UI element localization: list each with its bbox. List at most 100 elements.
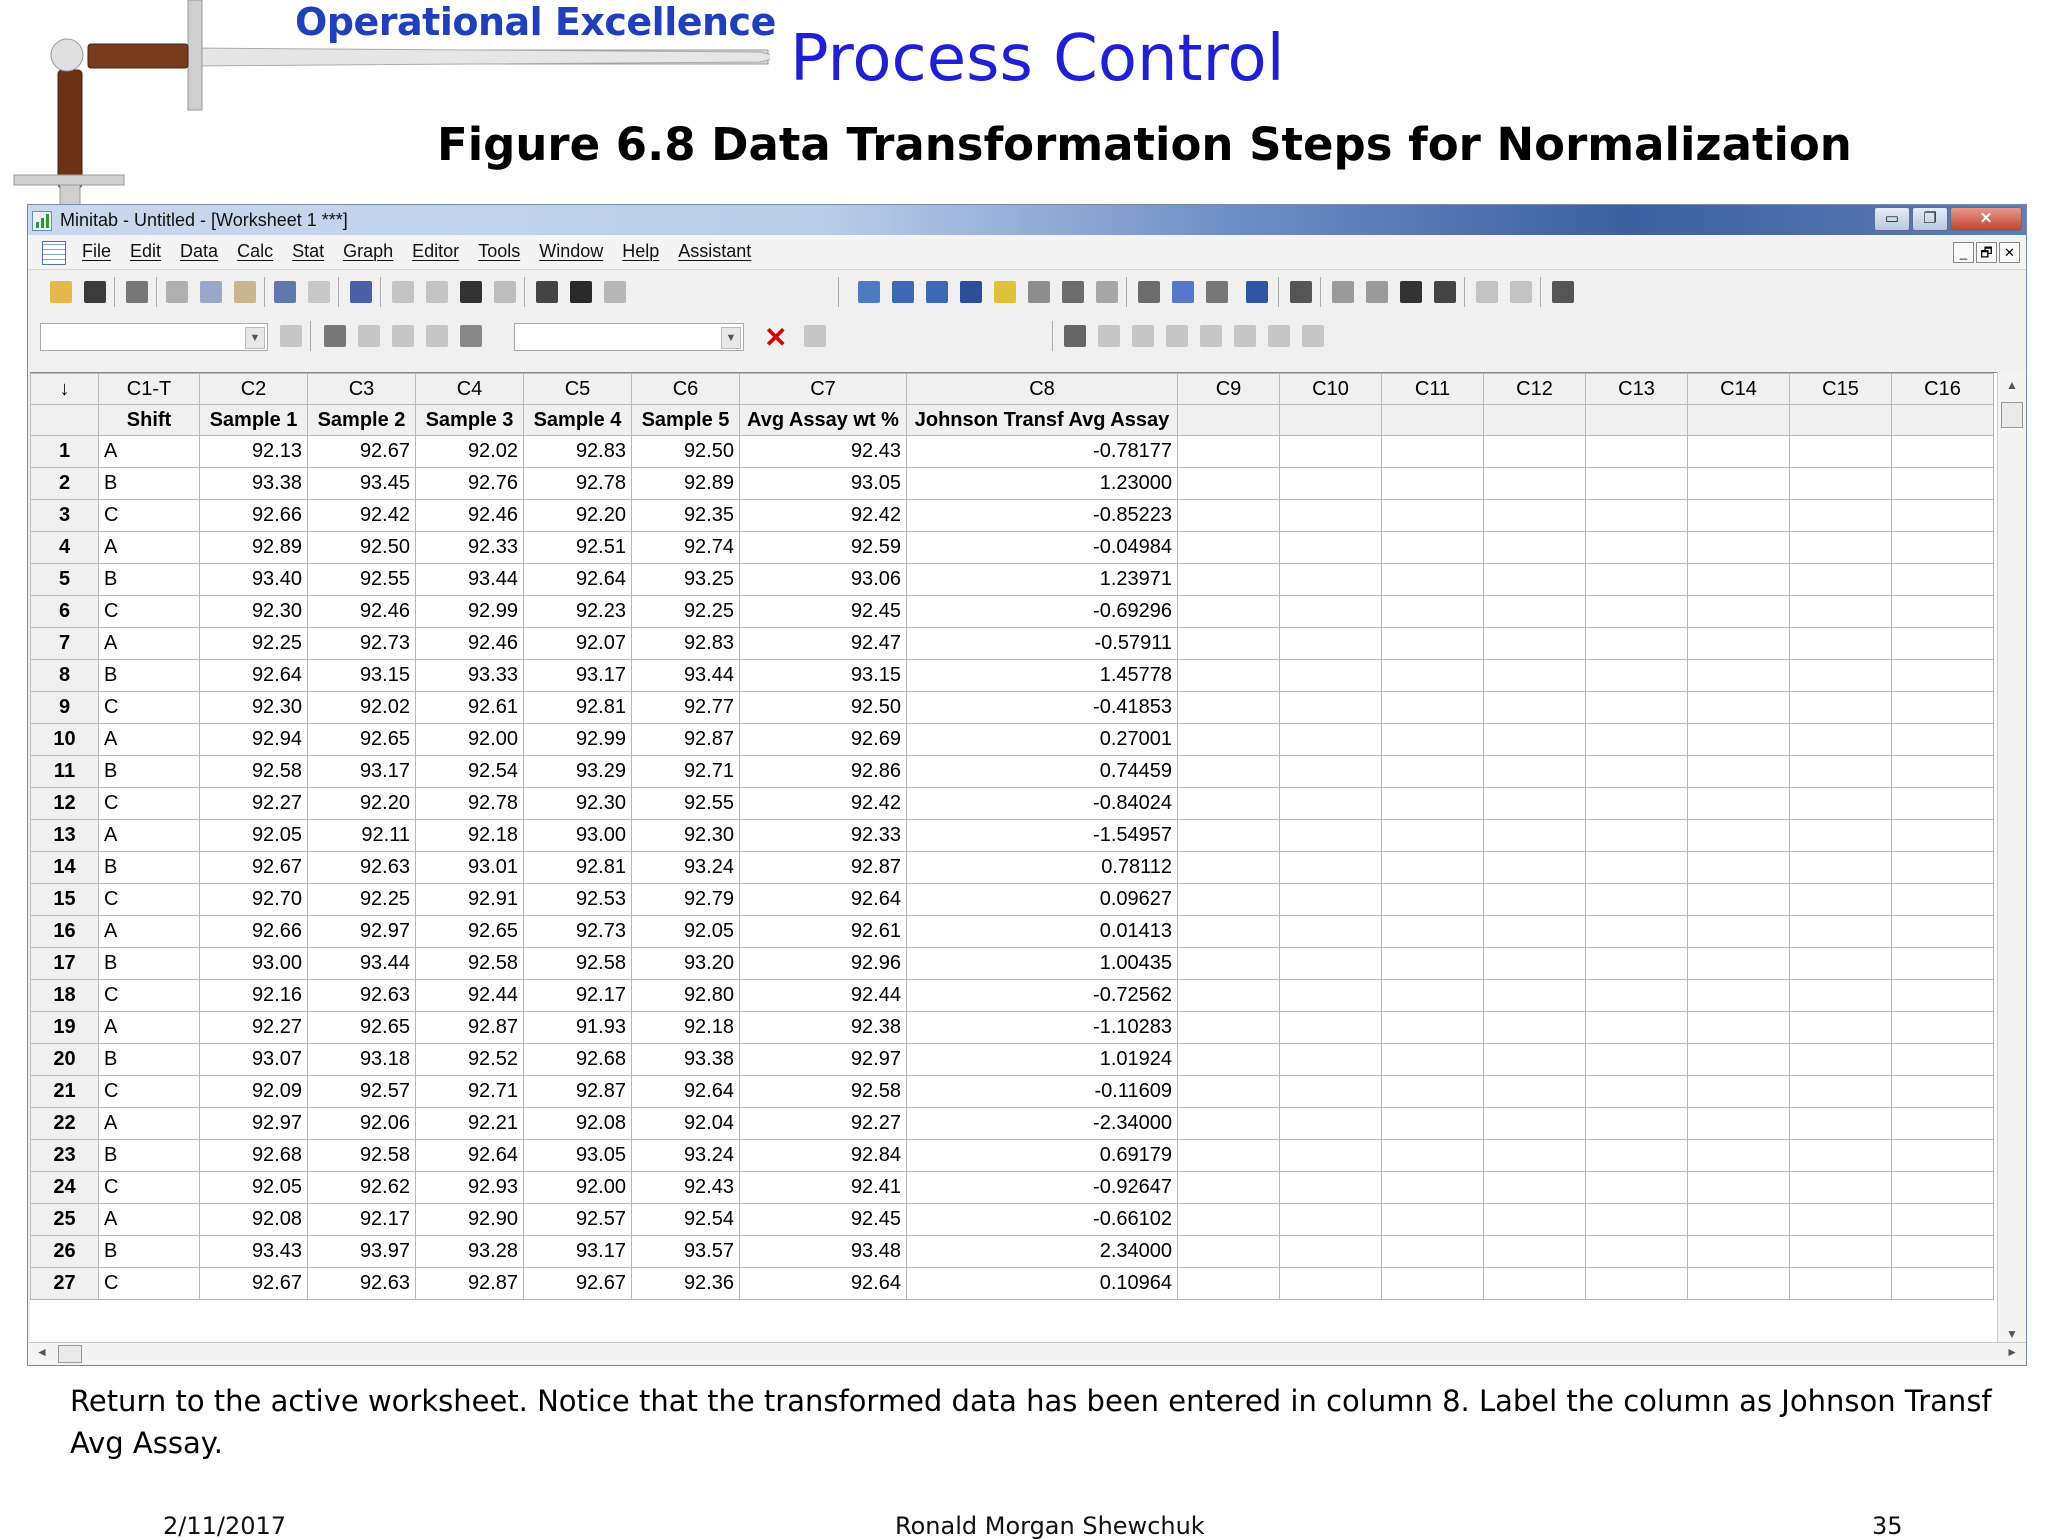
- table-cell[interactable]: [1789, 915, 1892, 948]
- table-cell[interactable]: [1483, 1235, 1586, 1268]
- table-cell[interactable]: 1.23971: [906, 563, 1178, 596]
- table-cell[interactable]: 92.05: [631, 915, 740, 948]
- table-cell[interactable]: [1279, 659, 1382, 692]
- table-cell[interactable]: [1687, 819, 1790, 852]
- table-cell[interactable]: [1891, 691, 1994, 724]
- table-cell[interactable]: [1177, 499, 1280, 532]
- table-cell[interactable]: 92.71: [415, 1075, 524, 1108]
- table-cell[interactable]: 92.08: [523, 1107, 632, 1140]
- table-cell[interactable]: [1891, 499, 1994, 532]
- table-cell[interactable]: 92.61: [415, 691, 524, 724]
- table-cell[interactable]: [1891, 467, 1994, 500]
- table-cell[interactable]: 92.64: [199, 659, 308, 692]
- table-cell[interactable]: [1891, 1171, 1994, 1204]
- table-cell[interactable]: 93.07: [199, 1043, 308, 1076]
- table-cell[interactable]: 92.42: [307, 499, 416, 532]
- properties-icon[interactable]: [280, 325, 302, 347]
- table-cell[interactable]: [1483, 435, 1586, 468]
- table-cell[interactable]: 92.58: [415, 947, 524, 980]
- menu-calc[interactable]: Calc: [237, 241, 273, 262]
- paste-icon[interactable]: [234, 281, 256, 303]
- scroll-up-icon[interactable]: ▲: [2006, 378, 2018, 392]
- menu-help[interactable]: Help: [622, 241, 659, 262]
- table-cell[interactable]: 92.78: [415, 787, 524, 820]
- row-number[interactable]: 5: [30, 563, 99, 596]
- table-cell[interactable]: [1381, 659, 1484, 692]
- table-cell[interactable]: 92.46: [307, 595, 416, 628]
- table-cell[interactable]: A: [98, 915, 200, 948]
- table-cell[interactable]: [1381, 883, 1484, 916]
- table-cell[interactable]: 92.47: [739, 627, 907, 660]
- table-cell[interactable]: 92.65: [307, 723, 416, 756]
- table-cell[interactable]: [1585, 1235, 1688, 1268]
- flag-icon[interactable]: [426, 325, 448, 347]
- table-cell[interactable]: [1687, 499, 1790, 532]
- table-cell[interactable]: [1279, 1267, 1382, 1300]
- table-cell[interactable]: [1891, 1235, 1994, 1268]
- graph-item-select[interactable]: ▼: [514, 323, 744, 351]
- table-cell[interactable]: [1279, 787, 1382, 820]
- horizontal-scroll-thumb[interactable]: [58, 1345, 82, 1363]
- table-cell[interactable]: 93.18: [307, 1043, 416, 1076]
- table-cell[interactable]: 92.68: [199, 1139, 308, 1172]
- table-cell[interactable]: B: [98, 1139, 200, 1172]
- table-cell[interactable]: [1177, 1075, 1280, 1108]
- table-cell[interactable]: [1483, 1139, 1586, 1172]
- table-cell[interactable]: [1687, 1203, 1790, 1236]
- table-cell[interactable]: [1177, 1203, 1280, 1236]
- table-cell[interactable]: [1279, 467, 1382, 500]
- table-cell[interactable]: [1789, 947, 1892, 980]
- minimize-button[interactable]: ▭: [1874, 207, 1910, 231]
- table-cell[interactable]: [1177, 979, 1280, 1012]
- insert-rows-icon[interactable]: [1366, 281, 1388, 303]
- table-cell[interactable]: 92.83: [631, 627, 740, 660]
- table-cell[interactable]: [1585, 819, 1688, 852]
- table-cell[interactable]: [1687, 723, 1790, 756]
- table-cell[interactable]: [1585, 1171, 1688, 1204]
- worksheet-icon[interactable]: [42, 241, 66, 265]
- table-cell[interactable]: [1585, 787, 1688, 820]
- table-cell[interactable]: 92.62: [307, 1171, 416, 1204]
- table-cell[interactable]: [1177, 915, 1280, 948]
- table-cell[interactable]: [1279, 755, 1382, 788]
- table-cell[interactable]: [1279, 1011, 1382, 1044]
- text-tool-icon[interactable]: [1098, 325, 1120, 347]
- table-cell[interactable]: [1585, 1043, 1688, 1076]
- scroll-right-icon[interactable]: ►: [2006, 1345, 2018, 1359]
- table-cell[interactable]: 92.45: [739, 1203, 907, 1236]
- info-icon[interactable]: [960, 281, 982, 303]
- stop-icon[interactable]: [604, 281, 626, 303]
- table-cell[interactable]: 93.15: [739, 659, 907, 692]
- column-name-cell[interactable]: Sample 5: [631, 404, 740, 436]
- table-cell[interactable]: 0.09627: [906, 883, 1178, 916]
- table-cell[interactable]: 92.73: [307, 627, 416, 660]
- table-cell[interactable]: 92.25: [631, 595, 740, 628]
- table-cell[interactable]: [1381, 979, 1484, 1012]
- menu-stat[interactable]: Stat: [292, 241, 324, 262]
- table-cell[interactable]: [1789, 531, 1892, 564]
- polyline-tool-icon[interactable]: [1268, 325, 1290, 347]
- table-cell[interactable]: 92.81: [523, 851, 632, 884]
- table-cell[interactable]: [1483, 659, 1586, 692]
- table-cell[interactable]: [1483, 979, 1586, 1012]
- table-cell[interactable]: [1177, 627, 1280, 660]
- table-cell[interactable]: [1177, 563, 1280, 596]
- vertical-scroll-thumb[interactable]: [2001, 402, 2023, 428]
- column-name-cell[interactable]: Sample 4: [523, 404, 632, 436]
- table-cell[interactable]: [1789, 851, 1892, 884]
- table-cell[interactable]: 93.97: [307, 1235, 416, 1268]
- scroll-down-icon[interactable]: ▼: [2006, 1327, 2018, 1341]
- table-cell[interactable]: [1891, 1043, 1994, 1076]
- edit-last-dialog-icon[interactable]: [350, 281, 372, 303]
- table-cell[interactable]: 92.58: [739, 1075, 907, 1108]
- column-name-cell[interactable]: Avg Assay wt %: [739, 404, 907, 436]
- table-cell[interactable]: -0.92647: [906, 1171, 1178, 1204]
- mdi-restore-button[interactable]: 🗗: [1976, 242, 1997, 263]
- table-cell[interactable]: [1177, 467, 1280, 500]
- table-cell[interactable]: 92.66: [199, 915, 308, 948]
- table-cell[interactable]: [1381, 1235, 1484, 1268]
- project-manager-icon[interactable]: [1062, 281, 1084, 303]
- column-id-cell[interactable]: C9: [1177, 373, 1280, 405]
- table-cell[interactable]: [1585, 851, 1688, 884]
- table-cell[interactable]: [1585, 883, 1688, 916]
